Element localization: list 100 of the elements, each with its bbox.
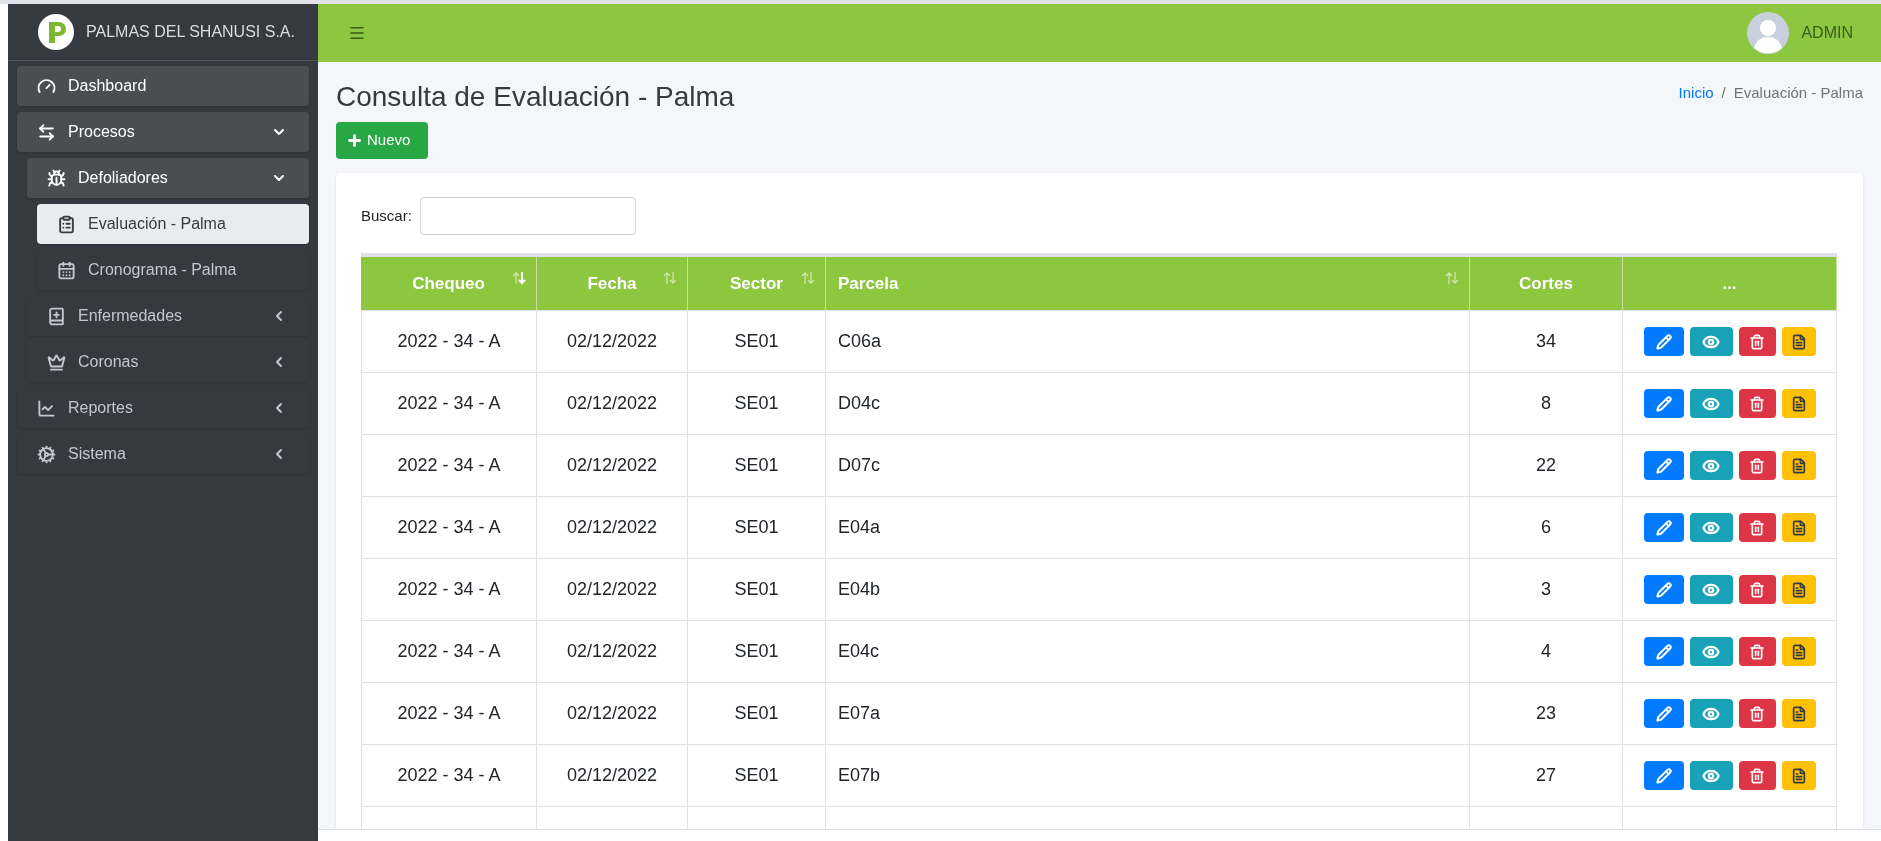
search-label: Buscar:: [361, 205, 412, 226]
pdf-file-icon: [1790, 643, 1807, 660]
avatar-icon[interactable]: [1747, 12, 1790, 54]
view-button[interactable]: [1689, 699, 1733, 728]
table-cell: SE01: [688, 497, 826, 558]
column-header: Cortes: [1470, 257, 1623, 310]
table-cell: 8: [1470, 373, 1623, 434]
edit-button[interactable]: [1643, 637, 1684, 666]
sort-icon: [663, 271, 677, 285]
edit-button[interactable]: [1643, 389, 1684, 418]
table-cell: SE01: [688, 621, 826, 682]
delete-button[interactable]: [1738, 699, 1776, 728]
pdf-button[interactable]: [1781, 575, 1816, 604]
sidebar-item[interactable]: Cronograma - Palma: [37, 250, 309, 290]
table-cell: 23: [1470, 683, 1623, 744]
arrows-icon: [37, 122, 56, 142]
trash-icon: [1749, 457, 1765, 474]
sort-icon: [1445, 271, 1459, 285]
delete-button[interactable]: [1738, 575, 1776, 604]
table-cell: 02/12/2022: [537, 745, 688, 806]
pdf-file-icon: [1790, 705, 1807, 722]
pdf-button[interactable]: [1781, 327, 1816, 356]
calendar-icon: [57, 260, 76, 280]
search-field[interactable]: [419, 197, 636, 235]
edit-button[interactable]: [1643, 761, 1684, 790]
pdf-file-icon: [1790, 457, 1807, 474]
edit-button[interactable]: [1643, 513, 1684, 542]
pencil-icon: [1655, 767, 1672, 784]
edit-button[interactable]: [1643, 575, 1684, 604]
brand-name: PALMAS DEL SHANUSI S.A.: [86, 22, 295, 42]
table-cell: 02/12/2022: [537, 497, 688, 558]
delete-button[interactable]: [1738, 513, 1776, 542]
pencil-icon: [1655, 395, 1672, 412]
pdf-button[interactable]: [1781, 761, 1816, 790]
delete-button[interactable]: [1738, 389, 1776, 418]
view-button[interactable]: [1689, 451, 1733, 480]
delete-button[interactable]: [1738, 327, 1776, 356]
edit-button[interactable]: [1643, 327, 1684, 356]
table-cell: E04c: [826, 621, 1470, 682]
sidebar-item[interactable]: Procesos: [17, 112, 309, 152]
delete-button[interactable]: [1738, 637, 1776, 666]
view-button[interactable]: [1689, 575, 1733, 604]
trash-icon: [1749, 581, 1765, 598]
pdf-file-icon: [1790, 767, 1807, 784]
bug-icon: [47, 168, 66, 188]
pdf-button[interactable]: [1781, 699, 1816, 728]
pencil-icon: [1655, 519, 1672, 536]
column-header: ...: [1623, 257, 1837, 310]
sidebar-item[interactable]: Evaluación - Palma: [37, 204, 309, 244]
table-cell: C06a: [826, 311, 1470, 372]
table-cell: E04a: [826, 497, 1470, 558]
pencil-icon: [1655, 457, 1672, 474]
delete-button[interactable]: [1738, 761, 1776, 790]
view-button[interactable]: [1689, 327, 1733, 356]
sidebar-item[interactable]: Defoliadores: [27, 158, 309, 198]
menu-icon[interactable]: [348, 24, 366, 42]
sidebar-item[interactable]: Sistema: [17, 434, 309, 474]
edit-button[interactable]: [1643, 451, 1684, 480]
breadcrumb-link[interactable]: Inicio: [1678, 82, 1714, 105]
pdf-file-icon: [1790, 333, 1807, 350]
table-cell: 2022 - 34 - A: [361, 745, 537, 806]
delete-button[interactable]: [1738, 451, 1776, 480]
pdf-button[interactable]: [1781, 389, 1816, 418]
table-cell: 3: [1470, 559, 1623, 620]
table-cell: 2022 - 34 - A: [361, 497, 537, 558]
breadcrumb-separator: /: [1721, 83, 1726, 103]
edit-button[interactable]: [1643, 699, 1684, 728]
pdf-button[interactable]: [1781, 637, 1816, 666]
book-icon: [47, 306, 66, 326]
table-cell: 34: [1470, 311, 1623, 372]
table-cell: 22: [1470, 435, 1623, 496]
clipboard-icon: [57, 214, 76, 234]
table-cell: SE01: [688, 683, 826, 744]
user-name[interactable]: ADMIN: [1801, 21, 1853, 45]
view-button[interactable]: [1689, 761, 1733, 790]
table-cell: E07b: [826, 745, 1470, 806]
pdf-button[interactable]: [1781, 451, 1816, 480]
gauge-icon: [37, 76, 56, 96]
table-cell: 02/12/2022: [537, 559, 688, 620]
trash-icon: [1749, 643, 1765, 660]
table-cell: 02/12/2022: [537, 435, 688, 496]
sidebar-item[interactable]: Dashboard: [17, 66, 309, 106]
pencil-icon: [1655, 581, 1672, 598]
table-cell: 6: [1470, 497, 1623, 558]
sidebar-item[interactable]: Coronas: [27, 342, 309, 382]
chart-icon: [37, 398, 56, 418]
table-cell: SE01: [688, 745, 826, 806]
view-button[interactable]: [1689, 389, 1733, 418]
sidebar-item[interactable]: Reportes: [17, 388, 309, 428]
logo-icon: [38, 14, 74, 50]
table-cell: D04c: [826, 373, 1470, 434]
sidebar-item[interactable]: Enfermedades: [27, 296, 309, 336]
trash-icon: [1749, 395, 1765, 412]
view-button[interactable]: [1689, 637, 1733, 666]
table-cell: 4: [1470, 621, 1623, 682]
view-button[interactable]: [1689, 513, 1733, 542]
trash-icon: [1749, 519, 1765, 536]
pdf-button[interactable]: [1781, 513, 1816, 542]
pdf-file-icon: [1790, 519, 1807, 536]
pencil-icon: [1655, 333, 1672, 350]
